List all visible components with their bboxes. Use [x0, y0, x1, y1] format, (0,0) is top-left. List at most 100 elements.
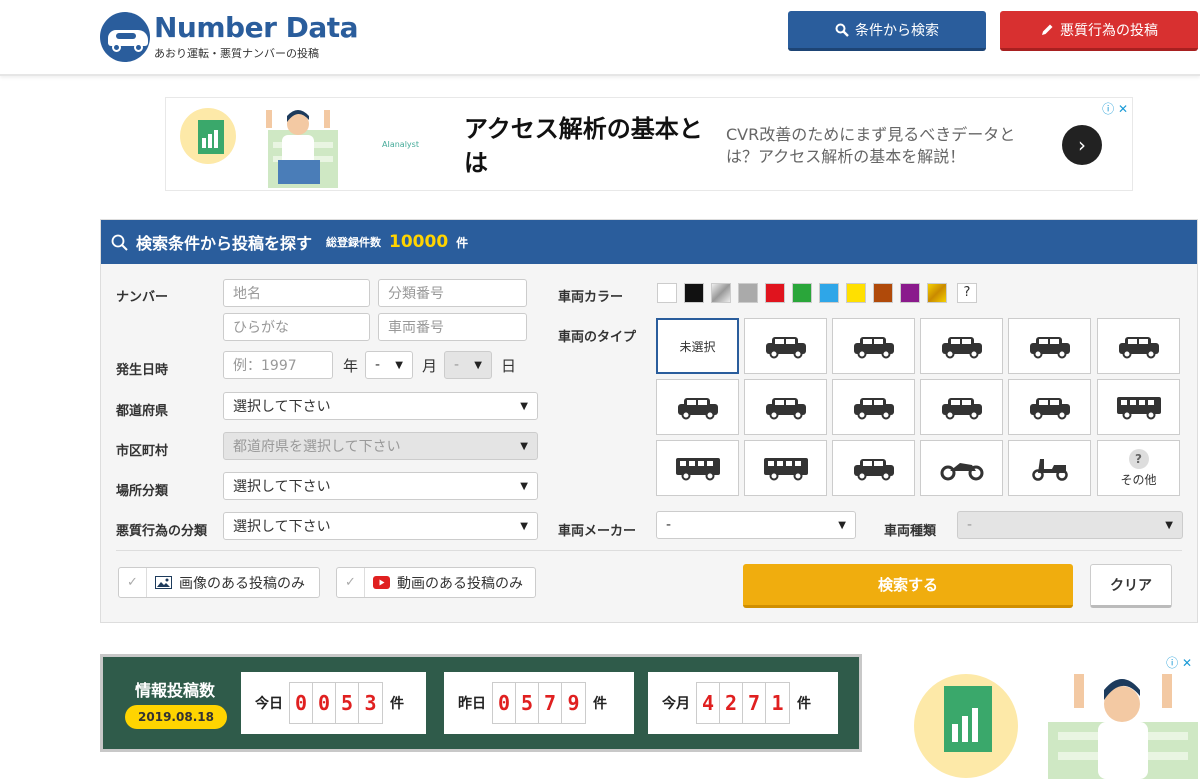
post-button-label: 悪質行為の投稿	[1060, 22, 1158, 39]
region-input[interactable]: 地名	[223, 279, 370, 307]
day-select[interactable]: - ▼	[444, 351, 492, 379]
color-swatch[interactable]	[684, 283, 704, 303]
color-unknown-swatch[interactable]: ?	[957, 283, 977, 303]
class-number-input[interactable]: 分類番号	[378, 279, 527, 307]
digit: 7	[743, 683, 766, 723]
month-select[interactable]: - ▼	[365, 351, 413, 379]
color-swatch[interactable]	[846, 283, 866, 303]
search-icon	[111, 234, 128, 251]
prefecture-label: 都道府県	[116, 404, 169, 419]
month-label: 今月	[662, 696, 690, 712]
dropdown-caret-icon: ▼	[520, 521, 528, 532]
month-count-card: 今月 4 2 7 1 件	[648, 672, 838, 734]
year-unit: 年	[343, 357, 359, 375]
color-swatch[interactable]	[873, 283, 893, 303]
image-only-checkbox[interactable]: ✓ 画像のある投稿のみ	[118, 567, 320, 598]
vehicle-type-option[interactable]	[832, 440, 915, 496]
clear-button[interactable]: クリア	[1090, 564, 1172, 608]
model-select[interactable]: - ▼	[957, 511, 1183, 539]
dropdown-caret-icon: ▼	[520, 401, 528, 412]
color-swatch[interactable]	[819, 283, 839, 303]
model-value: -	[967, 517, 973, 533]
behavior-category-select[interactable]: 選択して下さい ▼	[223, 512, 538, 540]
vehicle-type-option[interactable]	[656, 440, 739, 496]
color-swatch[interactable]	[927, 283, 947, 303]
car-logo-icon	[100, 12, 150, 62]
sedan-icon	[1118, 337, 1159, 359]
bus-icon	[763, 458, 808, 481]
vehicle-type-option[interactable]	[920, 318, 1003, 374]
video-only-label: 動画のある投稿のみ	[397, 575, 523, 592]
convertible-icon	[677, 398, 718, 420]
side-ad-banner[interactable]: ⓘ ✕	[898, 652, 1198, 779]
vehicle-type-option[interactable]	[920, 440, 1003, 496]
vehicle-type-option[interactable]	[744, 379, 827, 435]
dropdown-caret-icon: ▼	[520, 481, 528, 492]
panel-divider	[116, 550, 1182, 551]
maker-select[interactable]: - ▼	[656, 511, 856, 539]
digit: 0	[290, 683, 313, 723]
ad-headline[interactable]: アクセス解析の基本とは	[464, 112, 714, 180]
color-swatch[interactable]	[900, 283, 920, 303]
color-swatch[interactable]	[711, 283, 731, 303]
place-category-select[interactable]: 選択して下さい ▼	[223, 472, 538, 500]
today-label: 今日	[255, 696, 283, 712]
vehicle-type-label: 車両のタイプ	[558, 330, 637, 345]
vehicle-type-option[interactable]	[1097, 318, 1180, 374]
vehicle-type-option[interactable]	[832, 379, 915, 435]
ad-arrow-icon[interactable]: ›	[1062, 125, 1102, 165]
vehicle-type-option[interactable]	[744, 318, 827, 374]
vehicle-type-option[interactable]	[656, 379, 739, 435]
box-truck-icon	[675, 458, 720, 481]
vehicle-type-option[interactable]	[1008, 440, 1091, 496]
digit: 3	[364, 691, 377, 715]
search-submit-button[interactable]: 検索する	[743, 564, 1073, 608]
digit: 0	[493, 683, 516, 723]
yesterday-digits: 0 5 7 9	[492, 682, 586, 724]
day-unit: 日	[501, 357, 517, 375]
month-digits: 4 2 7 1	[696, 682, 790, 724]
vehicle-type-option[interactable]	[832, 318, 915, 374]
digit: 0	[313, 683, 336, 723]
color-swatch[interactable]	[765, 283, 785, 303]
site-logo[interactable]: Number Data あおり運転・悪質ナンバーの投稿	[100, 11, 359, 62]
color-swatch[interactable]	[792, 283, 812, 303]
vehicle-type-option[interactable]	[1008, 318, 1091, 374]
prefecture-select[interactable]: 選択して下さい ▼	[223, 392, 538, 420]
vehicle-number-input[interactable]: 車両番号	[378, 313, 527, 341]
year-input[interactable]: 例：1997	[223, 351, 333, 379]
dropdown-caret-icon: ▼	[1165, 520, 1173, 531]
place-category-value: 選択して下さい	[233, 479, 331, 495]
adchoices-icon[interactable]: ⓘ ✕	[1102, 100, 1128, 117]
vehicle-type-option[interactable]	[744, 440, 827, 496]
logo-title: Number Data	[154, 11, 359, 44]
vehicle-type-option[interactable]	[1097, 379, 1180, 435]
top-ad-banner[interactable]: AIanalyst アクセス解析の基本とは CVR改善のためにまず見るべきデータ…	[165, 97, 1133, 191]
behavior-category-label: 悪質行為の分類	[116, 524, 208, 539]
date-label: 発生日時	[116, 363, 169, 378]
month-value: -	[375, 357, 381, 373]
ad-description: CVR改善のためにまず見るべきデータとは？アクセス解析の基本を解説！	[726, 125, 1016, 166]
coupe-icon	[853, 398, 894, 420]
color-swatch[interactable]	[738, 283, 758, 303]
hiragana-input[interactable]: ひらがな	[223, 313, 370, 341]
vehicle-type-other-label: その他	[1120, 472, 1157, 487]
post-report-button[interactable]: 悪質行為の投稿	[1000, 11, 1198, 51]
check-icon: ✓	[337, 568, 365, 597]
city-select[interactable]: 都道府県を選択して下さい ▼	[223, 432, 538, 460]
vehicle-type-unselected[interactable]: 未選択	[656, 318, 739, 374]
behavior-category-value: 選択して下さい	[233, 519, 331, 535]
video-only-checkbox[interactable]: ✓ 動画のある投稿のみ	[336, 567, 536, 598]
logo-subtitle: あおり運転・悪質ナンバーの投稿	[154, 47, 319, 60]
dropdown-caret-icon: ▼	[395, 360, 403, 371]
vehicle-type-option[interactable]	[1008, 379, 1091, 435]
vehicle-type-option[interactable]	[920, 379, 1003, 435]
camper-icon	[1116, 397, 1161, 420]
search-by-conditions-button[interactable]: 条件から検索	[788, 11, 986, 51]
vehicle-type-other[interactable]: ? その他	[1097, 440, 1180, 496]
month-unit: 月	[422, 357, 438, 375]
maker-value: -	[666, 517, 672, 533]
stats-date-badge: 2019.08.18	[125, 705, 227, 729]
adchoices-icon[interactable]: ⓘ ✕	[1166, 654, 1192, 671]
color-swatch[interactable]	[657, 283, 677, 303]
